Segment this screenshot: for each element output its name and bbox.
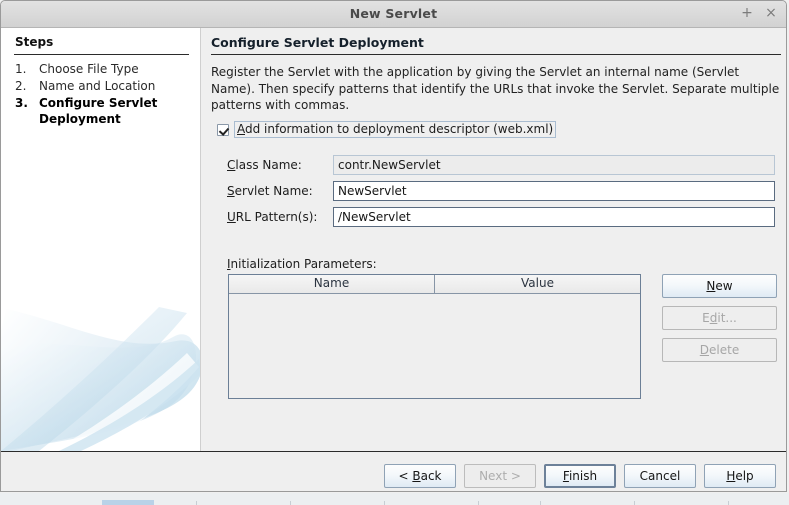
title-bar: New Servlet + × bbox=[1, 1, 786, 28]
title-divider bbox=[211, 54, 781, 55]
footer-bar: < Back Next > Finish Cancel Help bbox=[1, 452, 786, 491]
checkbox-label-text: dd information to deployment descriptor … bbox=[245, 122, 554, 136]
servlet-name-input[interactable] bbox=[333, 181, 775, 201]
deployment-descriptor-checkbox[interactable] bbox=[217, 123, 229, 136]
window-controls: + × bbox=[740, 5, 778, 21]
step-item-2: 2. Name and Location bbox=[15, 78, 195, 94]
main-panel: Configure Servlet Deployment Register th… bbox=[202, 28, 786, 451]
wizard-buttons: < Back Next > Finish Cancel Help bbox=[384, 464, 776, 488]
mnemonic-letter: H bbox=[726, 469, 736, 483]
class-name-row: Class Name: bbox=[202, 155, 786, 175]
servlet-name-label: Servlet Name: bbox=[227, 184, 332, 198]
step-number: 3. bbox=[15, 96, 28, 110]
mnemonic-letter: A bbox=[237, 122, 245, 136]
step-label: Choose File Type bbox=[39, 62, 139, 76]
background-taskbar-chip bbox=[102, 500, 154, 505]
init-params-label: Initialization Parameters: bbox=[227, 257, 377, 271]
class-name-label: Class Name: bbox=[227, 158, 332, 172]
url-pattern-row: URL Pattern(s): bbox=[202, 207, 786, 227]
next-button[interactable]: Next > bbox=[464, 464, 536, 488]
button-label-pre: < bbox=[398, 469, 413, 483]
step-item-1: 1. Choose File Type bbox=[15, 61, 195, 77]
button-label: ack bbox=[420, 469, 442, 483]
button-label: Cancel bbox=[639, 469, 681, 483]
class-name-input[interactable] bbox=[333, 155, 775, 175]
cancel-button[interactable]: Cancel bbox=[624, 464, 696, 488]
deployment-descriptor-label[interactable]: Add information to deployment descriptor… bbox=[234, 121, 557, 138]
label-text: lass Name: bbox=[235, 158, 302, 172]
delete-param-button[interactable]: Delete bbox=[662, 338, 777, 362]
mnemonic-letter: B bbox=[412, 469, 421, 483]
button-label: elp bbox=[735, 469, 754, 483]
back-button[interactable]: < Back bbox=[384, 464, 456, 488]
mnemonic-letter: D bbox=[699, 343, 710, 357]
button-label-pre: E bbox=[702, 311, 710, 325]
mnemonic-letter: S bbox=[227, 184, 235, 198]
button-label: inish bbox=[568, 469, 598, 483]
page-title: Configure Servlet Deployment bbox=[211, 35, 424, 50]
window-title: New Servlet bbox=[349, 6, 438, 21]
close-icon[interactable]: × bbox=[764, 5, 778, 21]
step-number: 2. bbox=[15, 79, 27, 93]
step-number: 1. bbox=[15, 62, 27, 76]
label-text: ervlet Name: bbox=[234, 184, 313, 198]
table-body[interactable] bbox=[229, 294, 640, 398]
servlet-name-row: Servlet Name: bbox=[202, 181, 786, 201]
label-text: RL Pattern(s): bbox=[235, 210, 318, 224]
edit-param-button[interactable]: Edit... bbox=[662, 306, 777, 330]
button-label: it... bbox=[717, 311, 737, 325]
new-param-button[interactable]: New bbox=[662, 274, 777, 298]
mnemonic-letter: U bbox=[227, 210, 236, 224]
new-servlet-dialog: New Servlet + × Steps 1. Choose File Typ… bbox=[0, 0, 787, 492]
button-label: elete bbox=[709, 343, 740, 357]
dialog-body: Steps 1. Choose File Type 2. Name and Lo… bbox=[1, 28, 786, 491]
column-header-value[interactable]: Value bbox=[435, 275, 640, 294]
finish-button[interactable]: Finish bbox=[544, 464, 616, 488]
table-header-row: Name Value bbox=[229, 275, 640, 294]
button-label: ew bbox=[715, 279, 733, 293]
table-action-buttons: New Edit... Delete bbox=[662, 274, 777, 370]
step-label: Name and Location bbox=[39, 79, 156, 93]
url-pattern-label: URL Pattern(s): bbox=[227, 210, 332, 224]
button-label: Next > bbox=[479, 469, 521, 483]
description-text: Register the Servlet with the applicatio… bbox=[211, 65, 780, 112]
column-header-name[interactable]: Name bbox=[229, 275, 435, 294]
url-pattern-input[interactable] bbox=[333, 207, 775, 227]
steps-panel: Steps 1. Choose File Type 2. Name and Lo… bbox=[1, 28, 201, 451]
label-text: nitialization Parameters: bbox=[230, 257, 377, 271]
plus-icon[interactable]: + bbox=[740, 5, 754, 21]
steps-divider bbox=[14, 54, 189, 55]
steps-list: 1. Choose File Type 2. Name and Location… bbox=[15, 61, 195, 128]
step-label: Configure Servlet Deployment bbox=[39, 96, 158, 126]
decorative-swoosh-graphic bbox=[1, 301, 200, 451]
help-button[interactable]: Help bbox=[704, 464, 776, 488]
background-window-strip bbox=[0, 493, 789, 505]
init-params-table[interactable]: Name Value bbox=[228, 274, 641, 399]
step-item-3: 3. Configure Servlet Deployment bbox=[15, 95, 195, 127]
steps-heading: Steps bbox=[15, 35, 54, 49]
deployment-descriptor-checkbox-row[interactable]: Add information to deployment descriptor… bbox=[217, 121, 557, 138]
